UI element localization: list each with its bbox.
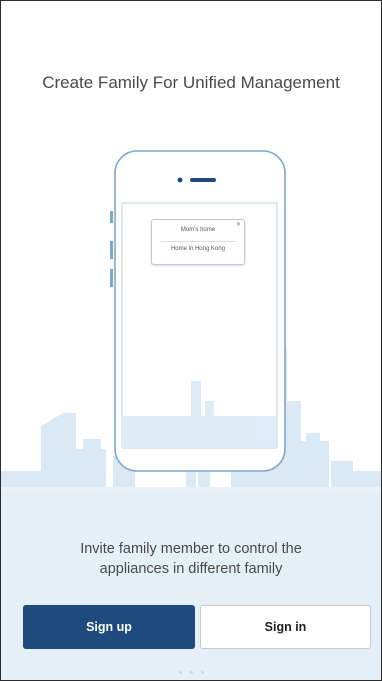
- family-option: Mom's home: [180, 227, 216, 233]
- sign-up-button[interactable]: Sign up: [23, 605, 195, 649]
- page-dot: [178, 671, 182, 674]
- family-option: Home in Hong Kong: [170, 246, 226, 252]
- sign-in-button[interactable]: Sign in: [200, 605, 371, 649]
- description-line-2: appliances in different family: [99, 561, 283, 577]
- onboarding-description: Invite family member to control the appl…: [31, 539, 351, 579]
- page-dot: [189, 671, 193, 674]
- description-line-1: Invite family member to control the: [80, 541, 302, 557]
- page-indicator: [1, 671, 381, 674]
- family-selector-popup: × Mom's home Home in Hong Kong: [151, 219, 245, 265]
- divider: [160, 241, 236, 242]
- onboarding-screen: Create Family For Unified Management × M…: [0, 0, 382, 681]
- page-dot: [200, 671, 204, 674]
